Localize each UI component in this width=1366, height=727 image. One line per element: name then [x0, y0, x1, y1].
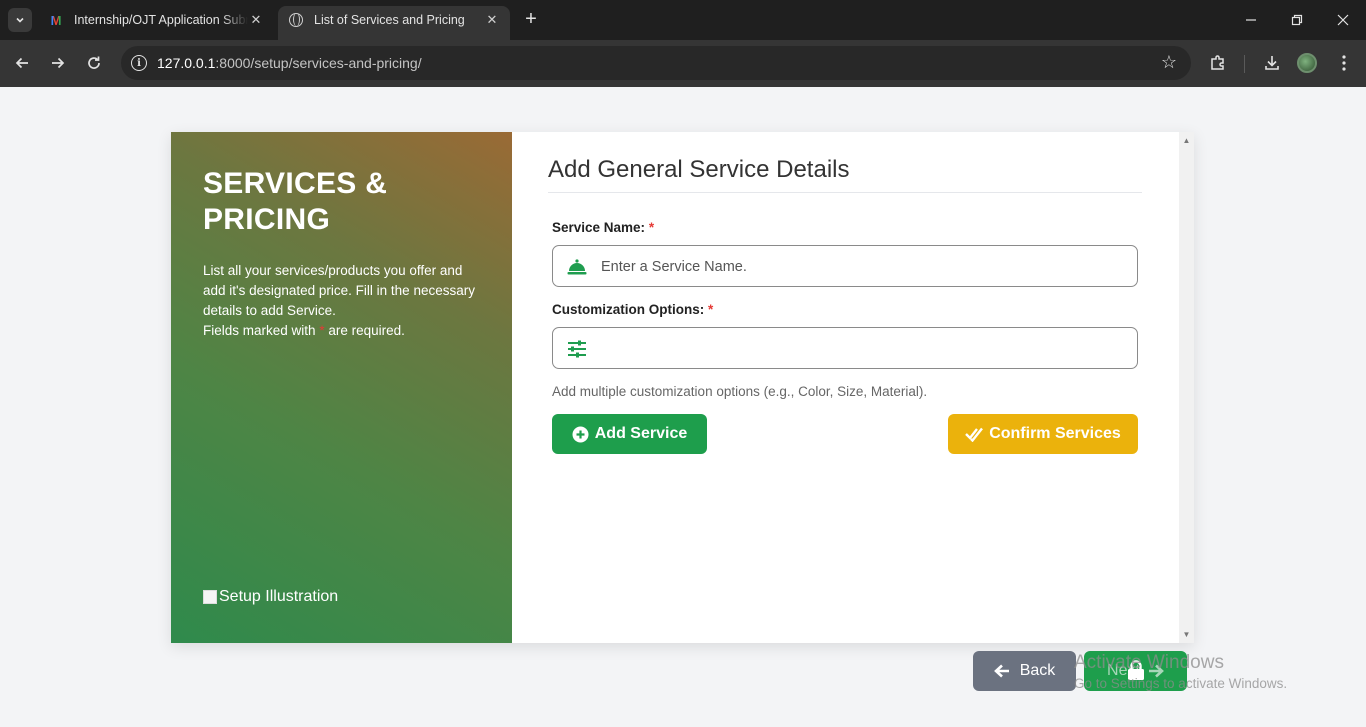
back-button-label: Back [1019, 662, 1056, 679]
customization-label-text: Customization Options: [552, 302, 705, 317]
add-service-button[interactable]: Add Service [552, 414, 707, 454]
restore-button[interactable] [1274, 0, 1320, 40]
form-divider [548, 192, 1142, 193]
gmail-icon: M [50, 12, 62, 28]
service-name-input[interactable] [601, 256, 1121, 278]
minimize-icon [1246, 19, 1256, 21]
download-icon [1265, 56, 1279, 70]
confirm-services-button[interactable]: Confirm Services [948, 414, 1138, 454]
scroll-down-icon[interactable]: ▼ [1182, 630, 1191, 639]
customization-help-text: Add multiple customization options (e.g.… [552, 384, 928, 399]
bookmark-star-icon[interactable]: ☆ [1161, 52, 1177, 73]
downloads-button[interactable] [1261, 52, 1283, 74]
reload-icon [88, 56, 100, 69]
required-note-prefix: Fields marked with [203, 323, 316, 338]
toolbar-divider [1244, 55, 1245, 73]
forward-nav-button[interactable] [47, 52, 69, 74]
service-form: Add General Service Details Service Name… [512, 132, 1179, 643]
customization-input[interactable] [601, 338, 1121, 360]
sliders-icon [568, 340, 586, 358]
profile-avatar[interactable] [1297, 53, 1317, 73]
close-window-button[interactable] [1320, 0, 1366, 40]
required-asterisk: * [708, 302, 714, 317]
lock-icon [1128, 660, 1144, 680]
arrow-left-icon [15, 57, 28, 69]
hero-panel: SERVICES & PRICING List all your service… [171, 132, 512, 643]
site-info-icon[interactable]: i [131, 55, 147, 71]
arrow-left-icon [993, 664, 1009, 678]
concierge-bell-icon [567, 259, 587, 275]
hero-title: SERVICES & PRICING [203, 167, 388, 236]
setup-illustration: Setup Illustration [203, 588, 338, 606]
hero-description-text: List all your services/products you offe… [203, 263, 475, 318]
add-service-label: Add Service [594, 425, 688, 442]
double-check-icon [965, 426, 984, 442]
customization-label: Customization Options: * [552, 302, 713, 317]
hero-description: List all your services/products you offe… [203, 261, 483, 341]
confirm-services-label: Confirm Services [989, 425, 1121, 442]
back-nav-button[interactable] [11, 52, 33, 74]
scroll-up-icon[interactable]: ▲ [1182, 136, 1191, 145]
plus-circle-icon [572, 426, 589, 443]
arrow-right-icon [1148, 664, 1164, 678]
required-asterisk: * [319, 323, 325, 338]
tab-internship-application[interactable]: M Internship/OJT Application Subm ✕ [38, 6, 274, 34]
minimize-button[interactable] [1228, 0, 1274, 40]
new-tab-button[interactable]: + [520, 8, 542, 32]
extensions-button[interactable] [1207, 52, 1229, 74]
globe-icon [288, 12, 304, 28]
required-note-suffix: are required. [328, 323, 405, 338]
tab-title: List of Services and Pricing [314, 13, 465, 27]
arrow-right-icon [52, 57, 65, 69]
customization-field[interactable] [552, 327, 1138, 369]
chevron-down-icon [16, 17, 24, 23]
reload-button[interactable] [83, 52, 105, 74]
puzzle-icon [1211, 55, 1224, 70]
setup-card: SERVICES & PRICING List all your service… [171, 132, 1194, 643]
service-name-label-text: Service Name: [552, 220, 646, 235]
browser-toolbar: i 127.0.0.1:8000/setup/services-and-pric… [0, 40, 1366, 87]
browser-tab-strip: M Internship/OJT Application Subm ✕ List… [0, 0, 1366, 40]
tab-search-button[interactable] [8, 8, 32, 32]
close-icon [1337, 14, 1349, 26]
restore-icon [1291, 14, 1303, 26]
url-path: :8000/setup/services-and-pricing/ [215, 55, 422, 71]
url-host: 127.0.0.1 [157, 55, 216, 71]
more-vert-icon [1342, 55, 1346, 71]
required-asterisk: * [648, 220, 655, 235]
setup-illustration-alt: Setup Illustration [219, 588, 339, 605]
broken-image-icon [203, 590, 217, 604]
tab-services-pricing[interactable]: List of Services and Pricing ✕ [278, 6, 510, 40]
browser-menu-button[interactable] [1333, 52, 1355, 74]
form-title: Add General Service Details [548, 156, 850, 183]
service-name-label: Service Name: * [552, 220, 654, 235]
service-name-field[interactable] [552, 245, 1138, 287]
url-text[interactable]: 127.0.0.1:8000/setup/services-and-pricin… [157, 55, 422, 71]
close-tab-icon[interactable]: ✕ [484, 12, 500, 28]
form-scrollbar[interactable]: ▲ ▼ [1179, 132, 1194, 643]
close-tab-icon[interactable]: ✕ [248, 12, 264, 28]
back-button[interactable]: Back [973, 651, 1076, 691]
address-bar[interactable]: i 127.0.0.1:8000/setup/services-and-pric… [121, 46, 1191, 80]
tab-title: Internship/OJT Application Subm [74, 13, 248, 27]
